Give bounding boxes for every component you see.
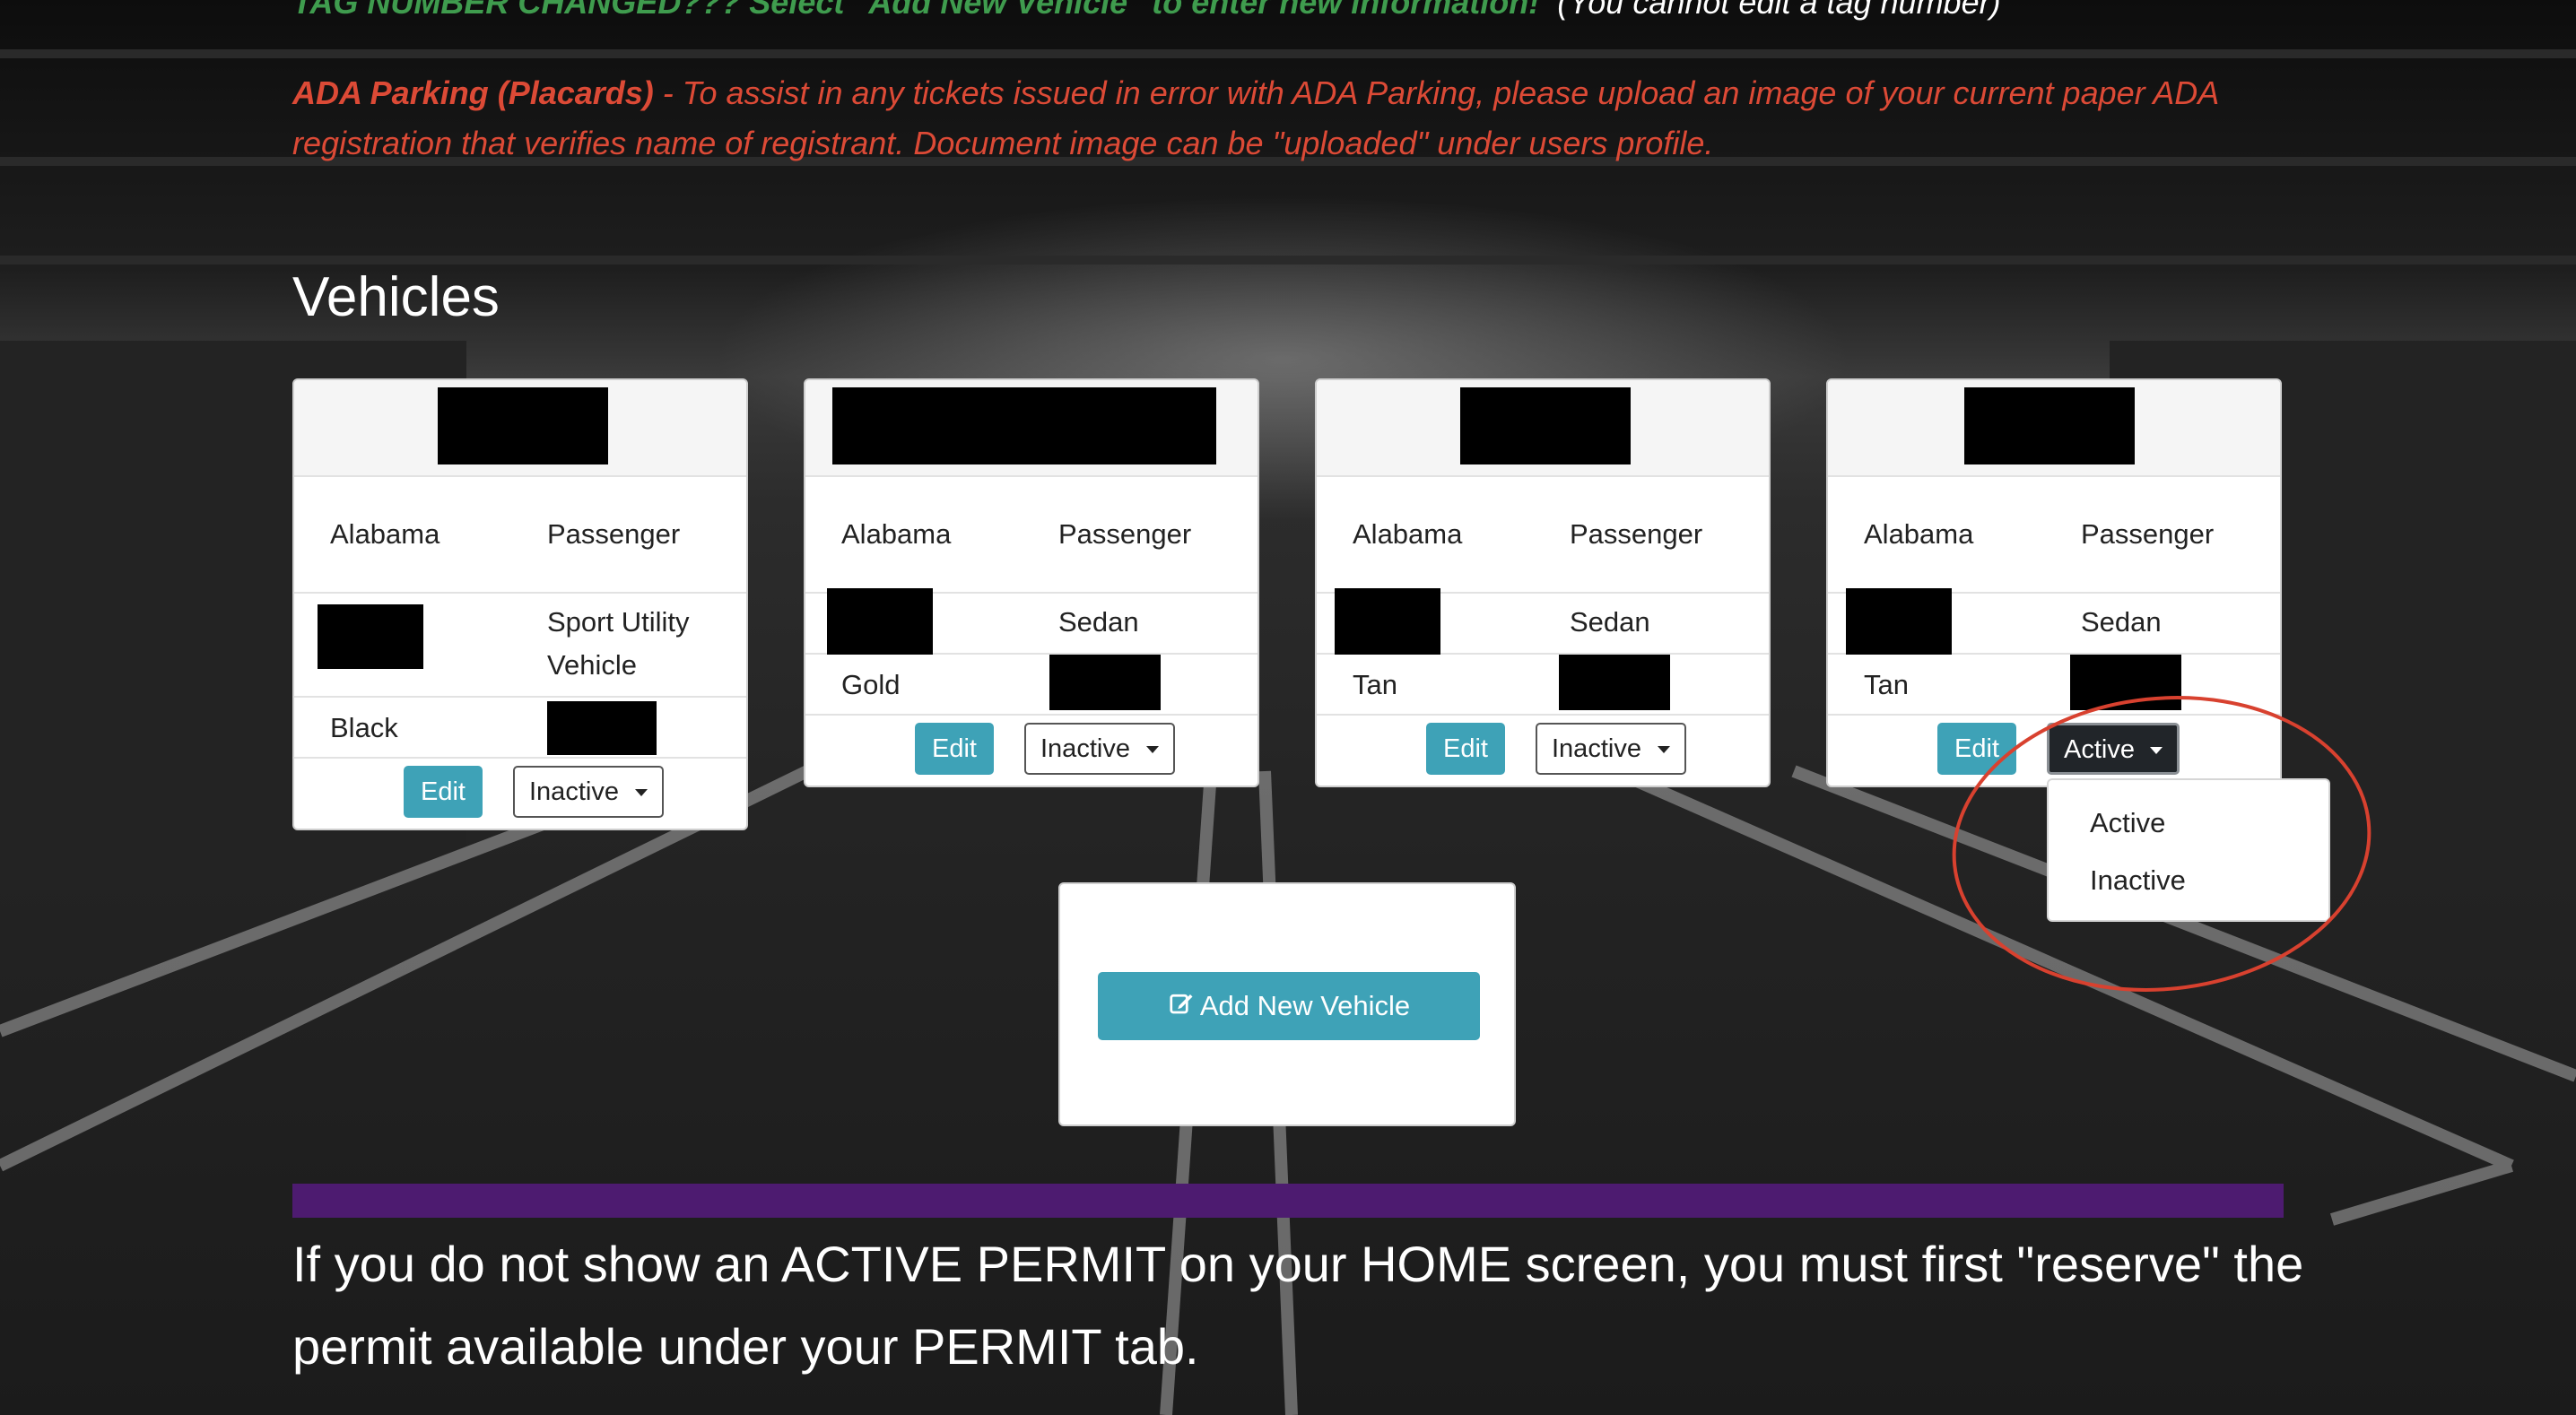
edit-vehicle-button[interactable]: Edit <box>1426 723 1505 775</box>
status-dropdown-button[interactable]: Inactive <box>1024 723 1175 775</box>
status-label: Inactive <box>529 777 619 806</box>
tag-changed-text: TAG NUMBER CHANGED??? Select "Add New Ve… <box>292 0 1540 21</box>
vehicle-card-header <box>1317 380 1769 477</box>
permit-instruction-text: If you do not show an ACTIVE PERMIT on y… <box>292 1236 2304 1375</box>
vehicle-card-actions: Edit Inactive <box>294 759 746 829</box>
vehicles-heading: Vehicles <box>292 266 500 328</box>
vehicle-class: Passenger <box>547 518 681 550</box>
redacted-field <box>1049 655 1161 710</box>
redacted-field <box>547 701 657 755</box>
status-label: Inactive <box>1040 734 1130 763</box>
add-new-vehicle-button[interactable]: Add New Vehicle <box>1098 972 1480 1040</box>
vehicle-type-row: Sedan <box>805 588 1258 655</box>
vehicle-state: Alabama <box>330 518 440 550</box>
redacted-field <box>1335 588 1440 655</box>
vehicle-type: Sport Utility Vehicle <box>547 606 690 681</box>
vehicle-color: Tan <box>1353 669 1397 700</box>
add-vehicle-label: Add New Vehicle <box>1199 990 1411 1021</box>
caret-down-icon <box>635 789 648 796</box>
tag-changed-notice: TAG NUMBER CHANGED??? Select "Add New Ve… <box>292 0 2001 22</box>
vehicle-class: Passenger <box>1570 518 1703 550</box>
edit-vehicle-button[interactable]: Edit <box>915 723 994 775</box>
vehicle-type-row: Sport Utility Vehicle <box>294 594 746 698</box>
redacted-field <box>1846 588 1952 655</box>
ada-parking-notice: ADA Parking (Placards) - To assist in an… <box>292 68 2266 169</box>
vehicle-color: Tan <box>1864 669 1909 700</box>
redacted-field <box>318 604 423 669</box>
vehicle-class: Passenger <box>2081 518 2215 550</box>
vehicle-type: Sedan <box>1570 606 1650 638</box>
annotation-circle <box>1952 696 2371 992</box>
redacted-field <box>1559 655 1670 710</box>
caret-down-icon <box>1658 746 1670 753</box>
redacted-tag-number <box>1460 387 1631 464</box>
vehicle-color-row: Gold <box>805 655 1258 716</box>
vehicle-type: Sedan <box>1058 606 1139 638</box>
vehicle-card: Alabama Passenger Sedan Gold Edit Inacti… <box>804 378 1259 787</box>
vehicle-type: Sedan <box>2081 606 2162 638</box>
redacted-tag-number <box>1964 387 2135 464</box>
vehicle-state-row: Alabama Passenger <box>294 477 746 594</box>
vehicle-type-row: Sedan <box>1317 588 1769 655</box>
vehicle-state-row: Alabama Passenger <box>805 477 1258 594</box>
vehicle-card: Alabama Passenger Sport Utility Vehicle … <box>292 378 748 830</box>
status-dropdown-button[interactable]: Inactive <box>513 766 664 818</box>
vehicle-color-row: Black <box>294 698 746 759</box>
vehicle-color: Gold <box>841 669 901 700</box>
vehicle-class: Passenger <box>1058 518 1192 550</box>
vehicle-type-row: Sedan <box>1828 588 2280 655</box>
vehicle-state-row: Alabama Passenger <box>1317 477 1769 594</box>
redacted-tag-number <box>438 387 608 464</box>
vehicle-card-header <box>1828 380 2280 477</box>
caret-down-icon <box>1146 746 1159 753</box>
ada-notice-title: ADA Parking (Placards) <box>292 74 654 111</box>
redacted-tag-number <box>832 387 1216 464</box>
vehicle-card-actions: Edit Inactive <box>805 716 1258 786</box>
edit-icon <box>1168 974 1195 1042</box>
vehicle-color-row: Tan <box>1317 655 1769 716</box>
tag-edit-note: (You cannot edit a tag number) <box>1557 0 2001 21</box>
vehicle-state: Alabama <box>1864 518 1974 550</box>
status-dropdown-button[interactable]: Inactive <box>1536 723 1686 775</box>
vehicle-color: Black <box>330 712 398 743</box>
vehicle-state: Alabama <box>841 518 952 550</box>
redacted-field <box>827 588 933 655</box>
edit-vehicle-button[interactable]: Edit <box>404 766 483 818</box>
purple-divider-bar <box>292 1184 2284 1218</box>
vehicle-card-actions: Edit Inactive <box>1317 716 1769 786</box>
vehicle-state-row: Alabama Passenger <box>1828 477 2280 594</box>
vehicle-card: Alabama Passenger Sedan Tan Edit Inactiv… <box>1315 378 1771 787</box>
add-vehicle-panel: Add New Vehicle <box>1058 882 1516 1126</box>
status-label: Inactive <box>1552 734 1641 763</box>
vehicle-state: Alabama <box>1353 518 1463 550</box>
vehicle-card-header <box>294 380 746 477</box>
vehicle-card-header <box>805 380 1258 477</box>
